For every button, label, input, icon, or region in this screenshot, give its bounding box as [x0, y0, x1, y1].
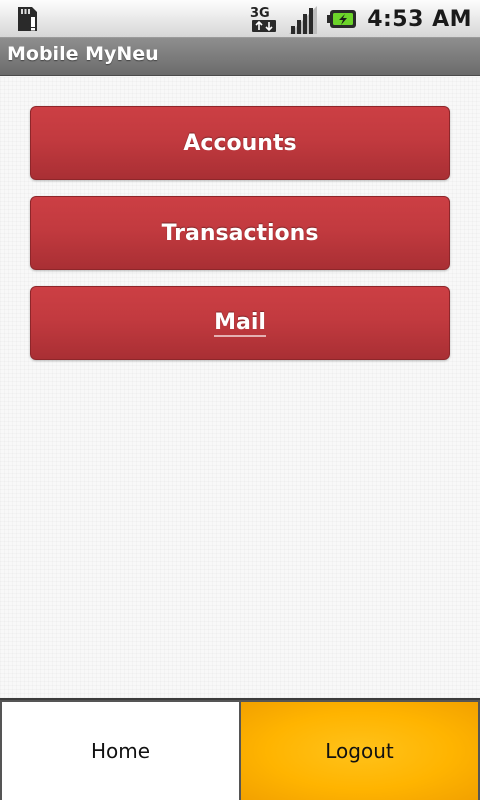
accounts-button[interactable]: Accounts	[30, 106, 450, 180]
signal-strength-icon	[289, 6, 318, 34]
bottom-tab-bar: Home Logout	[0, 698, 480, 800]
sd-card-icon	[18, 7, 37, 31]
home-tab-label: Home	[90, 739, 151, 763]
status-bar: 3G 4:53 AM	[0, 0, 480, 38]
mail-button-label: Mail	[214, 309, 266, 337]
transactions-button[interactable]: Transactions	[30, 196, 450, 270]
title-bar: Mobile MyNeu	[0, 38, 480, 76]
home-tab[interactable]: Home	[2, 702, 239, 800]
status-clock: 4:53 AM	[367, 6, 472, 32]
logout-tab-label: Logout	[325, 739, 394, 763]
accounts-button-label: Accounts	[183, 130, 297, 156]
mail-button[interactable]: Mail	[30, 286, 450, 360]
app-title: Mobile MyNeu	[7, 43, 159, 65]
svg-text:3G: 3G	[250, 6, 270, 21]
battery-charging-icon	[327, 10, 357, 28]
network-3g-icon: 3G	[250, 6, 277, 32]
main-content: Accounts Transactions Mail	[0, 77, 480, 698]
logout-tab[interactable]: Logout	[241, 702, 478, 800]
transactions-button-label: Transactions	[161, 220, 319, 246]
